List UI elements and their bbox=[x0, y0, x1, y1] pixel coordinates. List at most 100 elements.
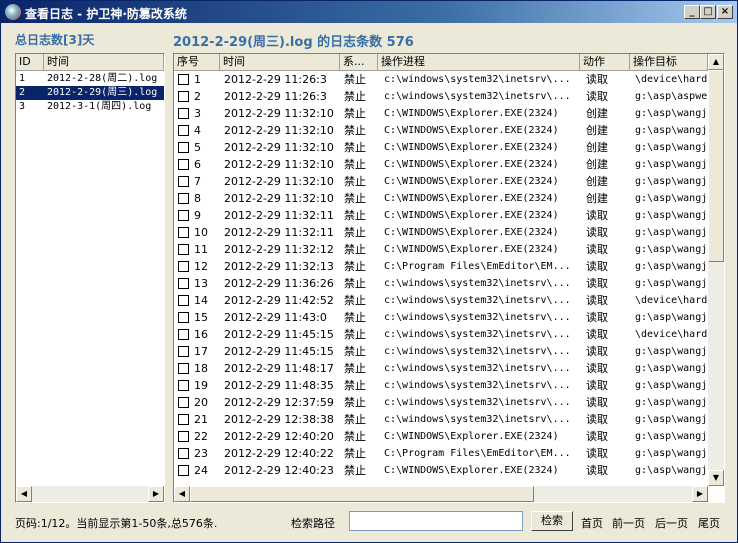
log-file-row[interactable]: 3 2012-3-1(周四).log bbox=[16, 100, 164, 114]
log-entry-row[interactable]: 4 2012-2-29 11:32:10 禁止 C:\WINDOWS\Explorer… bbox=[174, 122, 707, 139]
row-checkbox[interactable] bbox=[178, 91, 189, 102]
log-entry-row[interactable]: 8 2012-2-29 11:32:10 禁止 C:\WINDOWS\Explorer… bbox=[174, 190, 707, 207]
entry-action: 读取 bbox=[586, 277, 608, 290]
entry-seq: 7 bbox=[194, 175, 201, 188]
entry-process: C:\WINDOWS\Explorer.EXE(2324) bbox=[384, 210, 559, 221]
side-horizontal-scrollbar[interactable]: ◀ ▶ bbox=[16, 486, 164, 502]
close-icon[interactable]: × bbox=[717, 5, 733, 19]
entry-time: 2012-2-29 12:40:22 bbox=[224, 447, 334, 460]
next-page-link[interactable]: 后一页 bbox=[655, 515, 688, 531]
log-entry-row[interactable]: 12 2012-2-29 11:32:13 禁止 C:\Program Files\E… bbox=[174, 258, 707, 275]
column-header-system[interactable]: 系... bbox=[340, 54, 378, 71]
entry-target: g:\asp\wangj bbox=[635, 431, 708, 442]
row-checkbox[interactable] bbox=[178, 465, 189, 476]
log-entry-row[interactable]: 22 2012-2-29 12:40:20 禁止 C:\WINDOWS\Explore… bbox=[174, 428, 708, 445]
log-file-id: 3 bbox=[19, 101, 26, 112]
row-checkbox[interactable] bbox=[178, 176, 189, 187]
scroll-right-icon[interactable]: ▶ bbox=[692, 486, 708, 502]
log-entry-row[interactable]: 3 2012-2-29 11:32:10 禁止 C:\WINDOWS\Explorer… bbox=[174, 105, 707, 122]
entry-action: 读取 bbox=[586, 464, 608, 477]
row-checkbox[interactable] bbox=[178, 108, 189, 119]
log-entry-row[interactable]: 2 2012-2-29 11:26:3 禁止 c:\windows\system32\… bbox=[174, 88, 707, 105]
row-checkbox[interactable] bbox=[178, 261, 189, 272]
row-checkbox[interactable] bbox=[178, 74, 189, 85]
row-checkbox[interactable] bbox=[178, 380, 189, 391]
row-checkbox[interactable] bbox=[178, 159, 189, 170]
entry-time: 2012-2-29 11:48:17 bbox=[224, 362, 334, 375]
log-entry-row[interactable]: 6 2012-2-29 11:32:10 禁止 C:\WINDOWS\Explorer… bbox=[174, 156, 707, 173]
row-checkbox[interactable] bbox=[178, 227, 189, 238]
entry-time: 2012-2-29 11:26:3 bbox=[224, 73, 327, 86]
minimize-icon[interactable]: _ bbox=[684, 5, 700, 19]
row-checkbox[interactable] bbox=[178, 329, 189, 340]
last-page-link[interactable]: 尾页 bbox=[698, 515, 720, 531]
scroll-up-icon[interactable]: ▲ bbox=[708, 54, 724, 70]
entry-action: 读取 bbox=[586, 73, 608, 86]
log-entry-row[interactable]: 15 2012-2-29 11:43:0 禁止 c:\windows\system32… bbox=[174, 309, 707, 326]
log-entry-row[interactable]: 21 2012-2-29 12:38:38 禁止 c:\windows\system3… bbox=[174, 411, 707, 428]
log-entry-row[interactable]: 9 2012-2-29 11:32:11 禁止 C:\WINDOWS\Explorer… bbox=[174, 207, 707, 224]
log-entry-row[interactable]: 19 2012-2-29 11:48:35 禁止 c:\windows\system3… bbox=[174, 377, 707, 394]
row-checkbox[interactable] bbox=[178, 125, 189, 136]
title-bar[interactable]: 查看日志 - 护卫神·防篡改系统 _ □ × bbox=[1, 1, 737, 23]
horizontal-scroll-thumb[interactable] bbox=[190, 486, 534, 502]
entry-process: c:\windows\system32\inetsrv\... bbox=[384, 295, 571, 306]
row-checkbox[interactable] bbox=[178, 448, 189, 459]
first-page-link[interactable]: 首页 bbox=[581, 515, 603, 531]
log-entry-row[interactable]: 18 2012-2-29 11:48:17 禁止 c:\windows\system3… bbox=[174, 360, 707, 377]
log-entry-row[interactable]: 23 2012-2-29 12:40:22 禁止 C:\Program Files\E… bbox=[174, 445, 707, 462]
row-checkbox[interactable] bbox=[178, 295, 189, 306]
column-header-process[interactable]: 操作进程 bbox=[378, 54, 580, 71]
search-path-input[interactable] bbox=[349, 511, 523, 531]
row-checkbox[interactable] bbox=[178, 278, 189, 289]
vertical-scroll-thumb[interactable] bbox=[708, 70, 724, 262]
column-header-seq[interactable]: 序号 bbox=[174, 54, 220, 71]
entry-action: 读取 bbox=[586, 294, 608, 307]
column-header-target[interactable]: 操作目标 bbox=[630, 54, 708, 71]
row-checkbox[interactable] bbox=[178, 414, 189, 425]
row-checkbox[interactable] bbox=[178, 363, 189, 374]
scroll-left-icon[interactable]: ◀ bbox=[174, 486, 190, 502]
log-entry-row[interactable]: 24 2012-2-29 12:40:23 禁止 C:\WINDOWS\Explore… bbox=[174, 462, 707, 479]
row-checkbox[interactable] bbox=[178, 244, 189, 255]
row-checkbox[interactable] bbox=[178, 142, 189, 153]
row-checkbox[interactable] bbox=[178, 210, 189, 221]
column-header-action[interactable]: 动作 bbox=[580, 54, 630, 71]
log-entry-row[interactable]: 1 2012-2-29 11:26:3 禁止 c:\windows\system32\… bbox=[174, 71, 707, 88]
scroll-left-icon[interactable]: ◀ bbox=[16, 486, 32, 502]
log-entry-row[interactable]: 13 2012-2-29 11:36:26 禁止 c:\windows\system3… bbox=[174, 275, 707, 292]
log-file-row[interactable]: 2 2012-2-29(周三).log bbox=[16, 86, 164, 100]
log-entry-row[interactable]: 14 2012-2-29 11:42:52 禁止 c:\windows\system3… bbox=[174, 292, 707, 309]
log-entry-row[interactable]: 7 2012-2-29 11:32:10 禁止 C:\WINDOWS\Explorer… bbox=[174, 173, 707, 190]
column-header-time[interactable]: 时间 bbox=[220, 54, 340, 71]
entry-target: g:\asp\wangj bbox=[635, 397, 708, 408]
log-entry-row[interactable]: 11 2012-2-29 11:32:12 禁止 C:\WINDOWS\Explore… bbox=[174, 241, 707, 258]
log-entry-row[interactable]: 17 2012-2-29 11:45:15 禁止 c:\windows\system3… bbox=[174, 343, 707, 360]
entry-seq: 11 bbox=[194, 243, 208, 256]
log-entries-table[interactable]: 序号 时间 系... 操作进程 动作 操作目标 1 2012-2-29 11:26… bbox=[173, 53, 725, 503]
row-checkbox[interactable] bbox=[178, 346, 189, 357]
entry-system: 禁止 bbox=[344, 192, 366, 205]
maximize-icon[interactable]: □ bbox=[700, 5, 716, 19]
log-entry-row[interactable]: 10 2012-2-29 11:32:11 禁止 C:\WINDOWS\Explore… bbox=[174, 224, 707, 241]
row-checkbox[interactable] bbox=[178, 193, 189, 204]
scroll-down-icon[interactable]: ▼ bbox=[708, 470, 724, 486]
row-checkbox[interactable] bbox=[178, 431, 189, 442]
entry-action: 创建 bbox=[586, 158, 608, 171]
search-button[interactable]: 检索 bbox=[531, 511, 573, 531]
log-file-row[interactable]: 1 2012-2-28(周二).log bbox=[16, 72, 164, 86]
log-entry-row[interactable]: 16 2012-2-29 11:45:15 禁止 c:\windows\system3… bbox=[174, 326, 707, 343]
column-header-time[interactable]: 时间 bbox=[44, 54, 164, 71]
log-entry-row[interactable]: 20 2012-2-29 12:37:59 禁止 c:\windows\system3… bbox=[174, 394, 708, 411]
main-horizontal-scrollbar[interactable]: ◀ ▶ bbox=[174, 486, 708, 502]
row-checkbox[interactable] bbox=[178, 397, 189, 408]
scroll-right-icon[interactable]: ▶ bbox=[148, 486, 164, 502]
row-checkbox[interactable] bbox=[178, 312, 189, 323]
log-file-list[interactable]: ID 时间 1 2012-2-28(周二).log 2 2012-2-29(周三).l… bbox=[15, 53, 165, 503]
entry-process: C:\WINDOWS\Explorer.EXE(2324) bbox=[384, 431, 559, 442]
prev-page-link[interactable]: 前一页 bbox=[612, 515, 645, 531]
log-entry-row[interactable]: 5 2012-2-29 11:32:10 禁止 C:\WINDOWS\Explorer… bbox=[174, 139, 707, 156]
entry-process: C:\Program Files\EmEditor\EM... bbox=[384, 448, 571, 459]
column-header-id[interactable]: ID bbox=[16, 54, 44, 71]
main-vertical-scrollbar[interactable]: ▲ ▼ bbox=[708, 54, 724, 486]
